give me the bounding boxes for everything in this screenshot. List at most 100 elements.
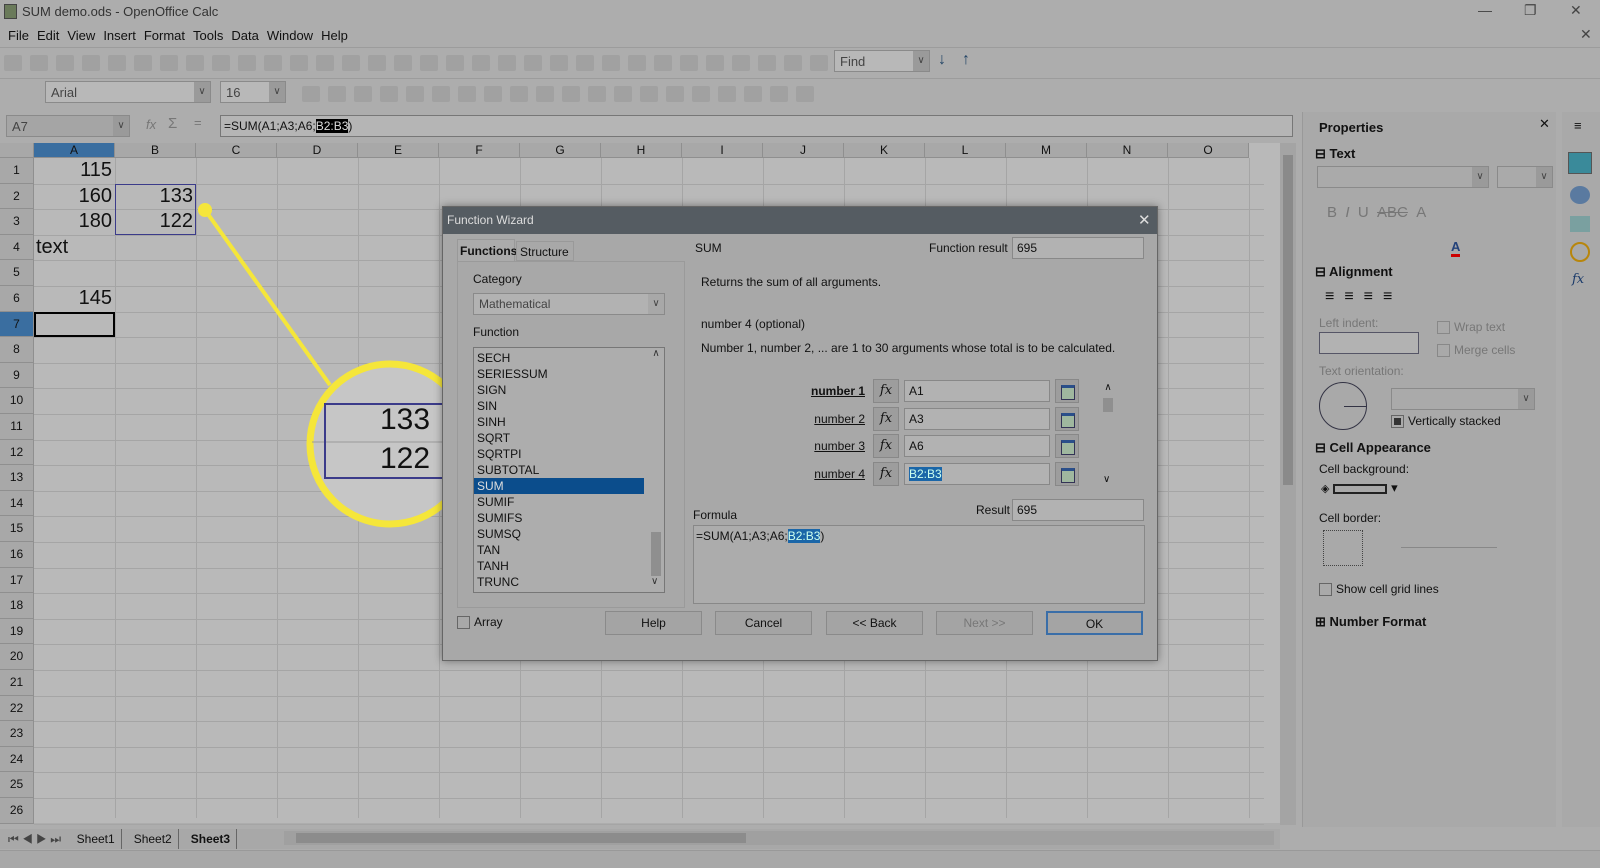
line-style-select[interactable] [1401, 530, 1497, 548]
text-style-buttons[interactable]: B I U ABC A [1327, 204, 1426, 221]
sidebar-font-size[interactable]: ∨ [1497, 166, 1553, 188]
argument-value: B2:B3 [909, 466, 942, 481]
properties-title: Properties [1319, 120, 1384, 135]
text-orientation-label: Text orientation: [1319, 364, 1404, 378]
sidebar-font-name[interactable]: ∨ [1317, 166, 1489, 188]
argument-description: Number 1, number 2, ... are 1 to 30 argu… [701, 341, 1116, 355]
argument-value: A1 [909, 384, 924, 398]
scrollbar-thumb[interactable] [651, 532, 661, 576]
function-item-tan[interactable]: TAN [474, 542, 644, 558]
fx-icon[interactable]: fx [873, 461, 899, 486]
cell-background-label: Cell background: [1319, 462, 1410, 476]
tab-functions[interactable]: Functions [457, 239, 517, 261]
shrink-select-icon[interactable] [1055, 379, 1079, 403]
next-button[interactable]: Next >> [936, 611, 1033, 635]
cancel-button[interactable]: Cancel [715, 611, 812, 635]
argument-title: number 4 (optional) [701, 317, 806, 331]
font-color-icon[interactable]: A [1451, 240, 1461, 257]
function-item-sum[interactable]: SUM [474, 478, 644, 494]
shrink-select-icon[interactable] [1055, 406, 1079, 431]
function-result-field: 695 [1012, 237, 1144, 259]
args-scrollbar[interactable]: ∧ ∨ [1101, 382, 1115, 488]
function-item-trunc[interactable]: TRUNC [474, 574, 644, 590]
sidebar-tab-bar: ≡ fx [1562, 112, 1600, 827]
result-label: Result [976, 503, 1011, 517]
function-item-sumsq[interactable]: SUMSQ [474, 526, 644, 542]
scrollbar-thumb[interactable] [1103, 398, 1113, 412]
argument-label-1: number 1 [810, 384, 865, 398]
text-section-header[interactable]: ⊟ Text [1315, 146, 1355, 162]
chevron-down-icon[interactable]: ∨ [1472, 167, 1488, 187]
chevron-down-icon[interactable]: ∨ [648, 294, 664, 314]
dialog-title: Function Wizard [443, 207, 1157, 234]
argument-label-3: number 3 [814, 439, 865, 453]
argument-input-3[interactable]: A6 [904, 435, 1050, 457]
wrap-text-checkbox[interactable]: Wrap text [1437, 320, 1505, 335]
dialog-close-icon[interactable]: ✕ [1138, 211, 1151, 229]
function-description: Returns the sum of all arguments. [701, 275, 882, 289]
merge-cells-checkbox[interactable]: Merge cells [1437, 343, 1515, 358]
chevron-down-icon[interactable]: ∨ [1518, 389, 1534, 409]
function-name: SUM [695, 241, 722, 255]
function-list[interactable]: SECH SERIESSUM SIGN SIN SINH SQRT SQRTPI SUBTOT… [473, 347, 665, 593]
function-item-sqrt[interactable]: SQRT [474, 430, 644, 446]
function-item-sumifs[interactable]: SUMIFS [474, 510, 644, 526]
function-item-sinh[interactable]: SINH [474, 414, 644, 430]
orientation-dial[interactable] [1319, 382, 1367, 430]
chevron-down-icon[interactable]: ∨ [1536, 167, 1552, 187]
callout-value-1: 133 [380, 403, 431, 436]
left-indent-input[interactable] [1319, 332, 1419, 354]
list-scrollbar[interactable]: ∧ ∨ [648, 348, 664, 592]
argument-value: A3 [909, 411, 924, 426]
cell-background-button[interactable]: ◈ ▾ [1321, 480, 1409, 498]
callout-line [203, 208, 332, 387]
functions-tab-icon[interactable]: fx [1572, 272, 1584, 287]
function-item-tanh[interactable]: TANH [474, 558, 644, 574]
argument-label-2: number 2 [814, 411, 865, 426]
number-format-header[interactable]: ⊞ Number Format [1315, 614, 1426, 630]
properties-tab-icon[interactable] [1568, 152, 1592, 174]
ok-button[interactable]: OK [1046, 611, 1143, 635]
paint-bucket-icon: ◈ [1321, 483, 1330, 495]
cell-border-button[interactable] [1323, 530, 1363, 566]
left-indent-label: Left indent: [1319, 316, 1379, 330]
function-item-sin[interactable]: SIN [474, 398, 644, 414]
shrink-select-icon[interactable] [1055, 434, 1079, 458]
alignment-section-header[interactable]: ⊟ Alignment [1315, 264, 1393, 280]
close-sidebar-icon[interactable]: ✕ [1539, 116, 1550, 132]
argument-value: A6 [909, 439, 924, 453]
vertically-stacked-checkbox[interactable]: Vertically stacked [1391, 414, 1501, 429]
argument-input-1[interactable]: A1 [904, 380, 1050, 402]
function-item-sign[interactable]: SIGN [474, 382, 644, 398]
function-item-seriessum[interactable]: SERIESSUM [474, 366, 644, 382]
function-result-label: Function result [929, 241, 1008, 255]
alignment-buttons[interactable]: ≡≡≡≡ [1325, 288, 1402, 306]
fx-icon[interactable]: fx [873, 379, 899, 403]
fx-icon[interactable]: fx [873, 434, 899, 458]
sidebar-menu-icon[interactable]: ≡ [1574, 118, 1582, 133]
function-wizard-dialog: Function Wizard ✕ Functions Structure Ca… [442, 206, 1158, 661]
styles-tab-icon[interactable] [1570, 186, 1590, 204]
help-button[interactable]: Help [605, 611, 702, 635]
gallery-tab-icon[interactable] [1570, 216, 1590, 232]
tab-structure[interactable]: Structure [516, 241, 574, 261]
shrink-select-icon[interactable] [1055, 461, 1079, 486]
fx-icon[interactable]: fx [873, 406, 899, 431]
function-item-sech[interactable]: SECH [474, 350, 644, 366]
show-grid-checkbox[interactable]: Show cell grid lines [1319, 582, 1439, 597]
orientation-select[interactable]: ∨ [1391, 388, 1535, 410]
array-checkbox[interactable]: Array [457, 615, 503, 630]
navigator-tab-icon[interactable] [1570, 242, 1590, 262]
function-item-subtotal[interactable]: SUBTOTAL [474, 462, 644, 478]
properties-sidebar: Properties ✕ ⊟ Text ∨ ∨ B I U ABC A A ⊟ … [1302, 112, 1556, 827]
argument-input-2[interactable]: A3 [904, 407, 1050, 430]
function-item-sqrtpi[interactable]: SQRTPI [474, 446, 644, 462]
category-label: Category [473, 272, 522, 286]
function-item-sumif[interactable]: SUMIF [474, 494, 644, 510]
argument-input-4[interactable]: B2:B3 [904, 462, 1050, 485]
argument-label-4: number 4 [814, 466, 865, 481]
category-select[interactable]: Mathematical ∨ [473, 293, 665, 315]
back-button[interactable]: << Back [826, 611, 923, 635]
formula-textarea[interactable]: =SUM(A1;A3;A6;B2:B3) [693, 525, 1145, 604]
cell-appearance-header[interactable]: ⊟ Cell Appearance [1315, 440, 1431, 456]
